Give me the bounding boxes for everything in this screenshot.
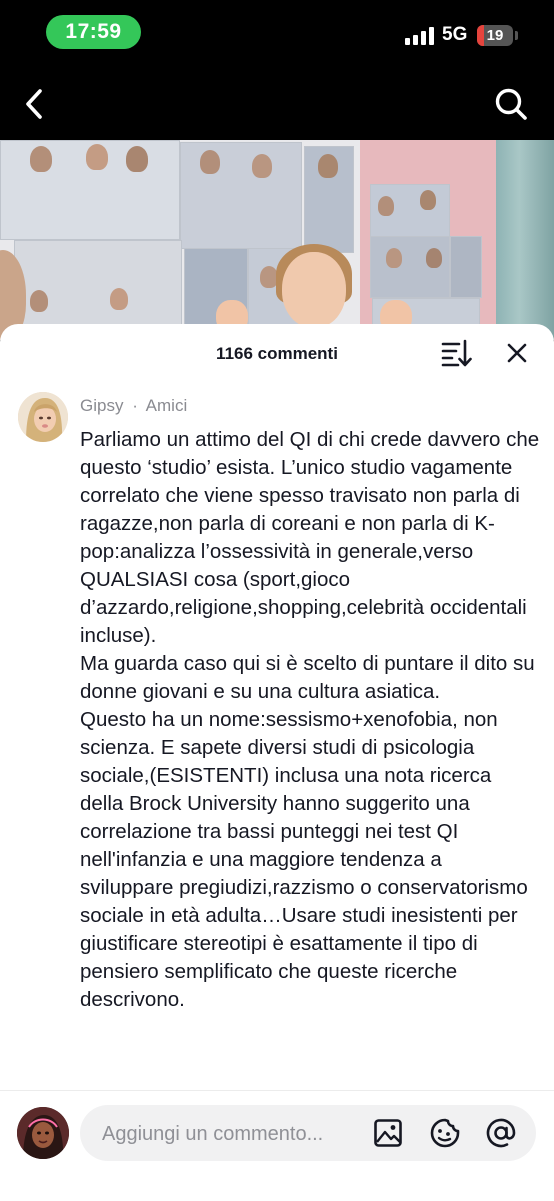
cellular-signal-icon [405,27,435,45]
sort-button[interactable] [440,338,472,368]
poster-figure [386,248,402,268]
battery-cap [515,31,518,40]
mention-button[interactable] [485,1117,517,1149]
comment-composer [0,1090,554,1201]
poster-figure [30,146,52,172]
image-icon [374,1119,402,1147]
search-icon [495,88,527,120]
comment-text: Parliamo un attimo del QI di chi crede d… [80,428,540,1011]
poster-figure [420,190,436,210]
poster-figure [426,248,442,268]
top-nav [0,68,554,140]
comments-header: 1166 commenti [0,324,554,382]
poster-figure [318,154,338,178]
poster [450,236,482,298]
back-button[interactable] [14,80,54,128]
comment-author[interactable]: Gipsy [80,396,123,415]
friend-label: Amici [145,396,188,415]
video-preview[interactable] [0,140,554,340]
user-avatar-illustration [17,1107,69,1159]
commenter-avatar[interactable] [18,392,68,442]
chevron-left-icon [26,89,42,119]
avatar-photo [18,392,68,442]
comment-meta: Gipsy · Amici [80,396,187,416]
curtain [496,140,554,340]
network-type: 5G [442,24,468,45]
person-face [282,252,346,328]
mention-icon [486,1118,516,1148]
sort-icon [441,339,472,367]
poster-figure [378,196,394,216]
comment-input[interactable] [100,1113,359,1155]
poster-figure [252,154,272,178]
emoji-icon [430,1118,460,1148]
poster-figure [110,288,128,310]
insert-image-button[interactable] [372,1117,404,1149]
comments-sheet: 1166 commenti Gipsy · Amici Parliamo un … [0,324,554,1200]
battery-icon: 19 [477,25,513,46]
poster-figure [126,146,148,172]
close-icon [507,343,527,363]
poster [180,142,302,249]
battery-level: 19 [486,27,504,44]
poster-figure [86,144,108,170]
search-button[interactable] [488,80,534,128]
poster-figure [200,150,220,174]
status-time: 17:59 [46,15,141,49]
meta-separator: · [132,396,138,415]
user-avatar [17,1107,69,1159]
poster-figure [30,290,48,312]
close-button[interactable] [501,338,533,368]
status-bar: 17:59 5G 19 [0,0,554,68]
emoji-button[interactable] [429,1117,461,1149]
comment-input-wrapper [80,1105,536,1161]
